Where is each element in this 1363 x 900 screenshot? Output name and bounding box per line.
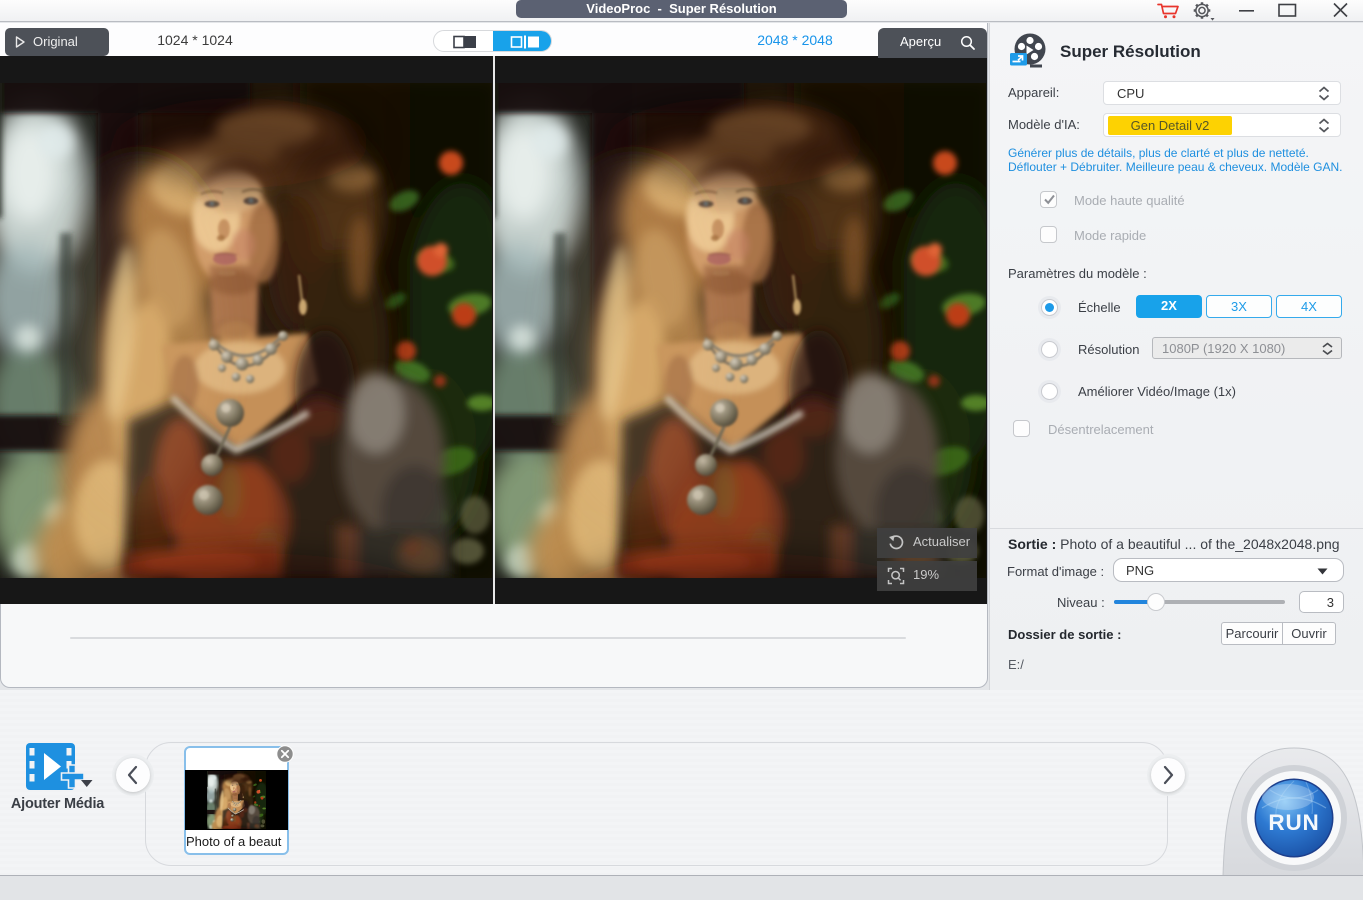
svg-text:RUN: RUN [1268,810,1319,835]
